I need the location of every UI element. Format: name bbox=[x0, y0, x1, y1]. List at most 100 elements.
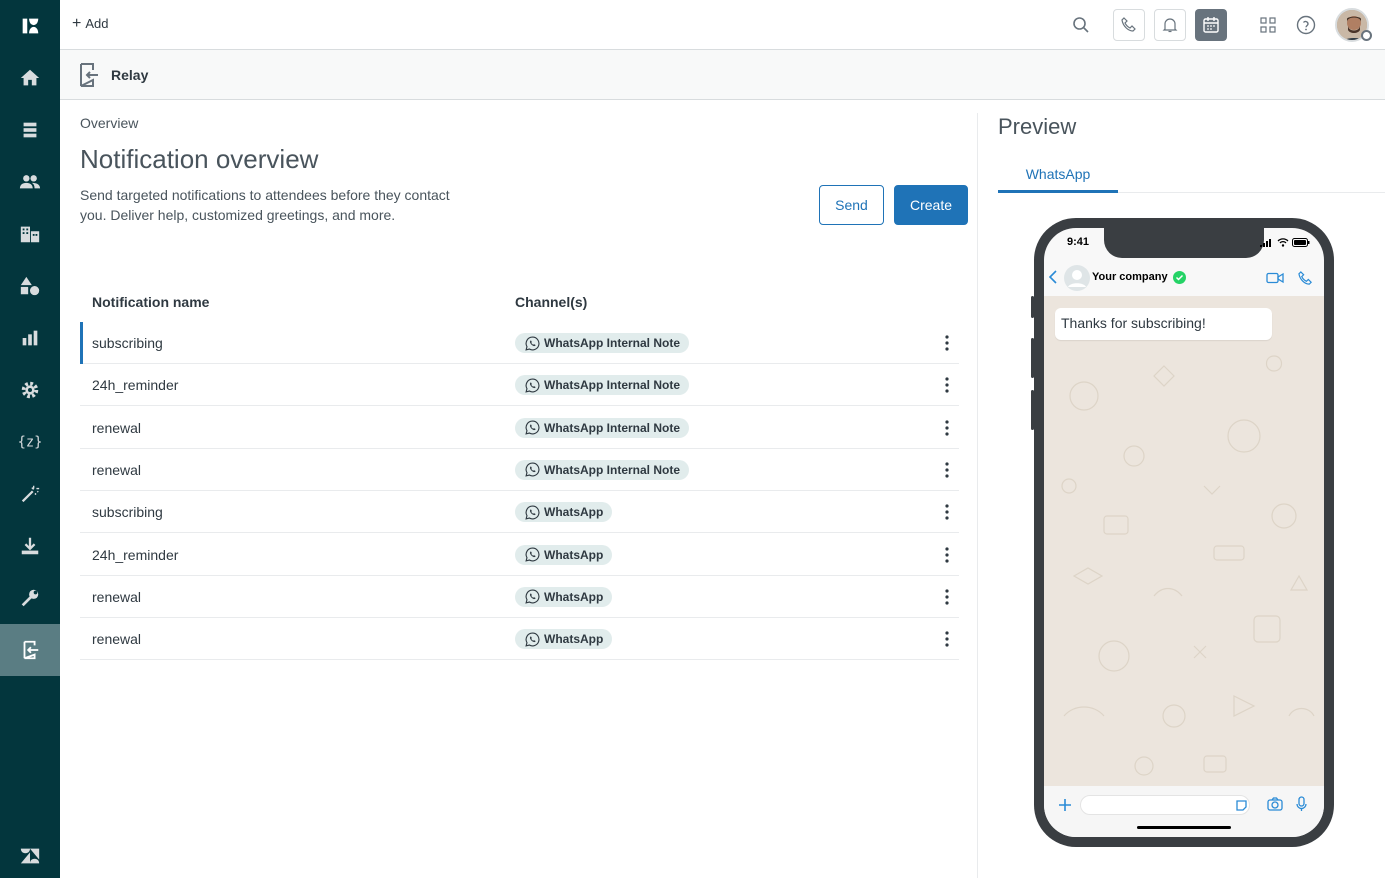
zendesk-z-icon[interactable] bbox=[0, 830, 60, 882]
whatsapp-icon bbox=[525, 378, 540, 393]
calendar-icon[interactable] bbox=[1195, 9, 1227, 41]
channel-tag: WhatsApp Internal Note bbox=[515, 459, 690, 480]
channel-label: WhatsApp Internal Note bbox=[544, 336, 681, 350]
phone-side-button bbox=[1031, 338, 1034, 378]
notification-name: 24h_reminder bbox=[92, 377, 179, 394]
relay-icon[interactable] bbox=[0, 624, 60, 676]
wifi-icon bbox=[1277, 238, 1289, 247]
column-header-channels: Channel(s) bbox=[515, 294, 588, 310]
row-actions-menu-icon[interactable] bbox=[938, 502, 956, 522]
phone-screen: 9:41 Your company Thanks for subscribing… bbox=[1044, 228, 1324, 837]
views-icon[interactable] bbox=[0, 104, 60, 156]
sticker-icon[interactable] bbox=[1235, 799, 1248, 812]
send-button[interactable]: Send bbox=[819, 185, 884, 225]
liquid-placeholder-icon[interactable]: {z} bbox=[0, 416, 60, 468]
table-row[interactable]: renewal WhatsApp Internal Note bbox=[80, 449, 959, 491]
notification-name: renewal bbox=[92, 588, 142, 605]
objects-icon[interactable] bbox=[0, 260, 60, 312]
back-icon[interactable] bbox=[1049, 270, 1057, 284]
whatsapp-icon bbox=[525, 632, 540, 647]
create-button[interactable]: Create bbox=[894, 185, 968, 225]
row-actions-menu-icon[interactable] bbox=[938, 587, 956, 607]
wrench-icon[interactable] bbox=[0, 572, 60, 624]
table-row[interactable]: subscribing WhatsApp Internal Note bbox=[80, 322, 959, 364]
organizations-icon[interactable] bbox=[0, 208, 60, 260]
apps-grid-icon[interactable] bbox=[1252, 9, 1284, 41]
row-actions-menu-icon[interactable] bbox=[938, 460, 956, 480]
channel-label: WhatsApp Internal Note bbox=[544, 420, 681, 435]
zendesk-logo-icon[interactable] bbox=[0, 0, 60, 52]
camera-icon[interactable] bbox=[1267, 797, 1283, 811]
channel-label: WhatsApp bbox=[544, 589, 604, 604]
table-row[interactable]: 24h_reminder WhatsApp bbox=[80, 534, 959, 576]
row-actions-menu-icon[interactable] bbox=[938, 333, 956, 353]
svg-text:{z}: {z} bbox=[19, 435, 41, 451]
search-icon[interactable] bbox=[1065, 9, 1097, 41]
channel-tag: WhatsApp bbox=[515, 586, 613, 607]
table-header: Notification name Channel(s) bbox=[80, 280, 959, 324]
add-button-label: Add bbox=[85, 16, 109, 31]
row-actions-menu-icon[interactable] bbox=[938, 629, 956, 649]
whatsapp-icon bbox=[525, 589, 540, 604]
admin-gear-icon[interactable] bbox=[0, 364, 60, 416]
reporting-icon[interactable] bbox=[0, 312, 60, 364]
top-bar: + Add bbox=[60, 0, 1385, 50]
plus-icon: + bbox=[72, 15, 82, 32]
notification-name: renewal bbox=[92, 631, 142, 648]
contact-name: Your company bbox=[1092, 271, 1168, 283]
verified-badge-icon bbox=[1173, 271, 1186, 284]
signal-icon bbox=[1260, 238, 1271, 247]
phone-notch bbox=[1104, 228, 1264, 258]
download-icon[interactable] bbox=[0, 520, 60, 572]
channel-label: WhatsApp bbox=[544, 505, 604, 520]
phone-icon[interactable] bbox=[1113, 9, 1145, 41]
plus-icon[interactable] bbox=[1058, 798, 1072, 812]
table-row[interactable]: renewal WhatsApp bbox=[80, 576, 959, 618]
message-input[interactable] bbox=[1080, 795, 1250, 815]
preview-title: Preview bbox=[998, 114, 1077, 139]
status-icons bbox=[1260, 238, 1310, 247]
notification-name: renewal bbox=[92, 461, 142, 478]
microphone-icon[interactable] bbox=[1296, 796, 1307, 812]
whatsapp-icon bbox=[525, 336, 540, 351]
chat-header: Your company bbox=[1044, 256, 1324, 294]
page-description: Send targeted notifications to attendees… bbox=[80, 187, 450, 223]
row-actions-menu-icon[interactable] bbox=[938, 418, 956, 438]
channel-tag: WhatsApp Internal Note bbox=[515, 333, 690, 353]
channel-tag: WhatsApp Internal Note bbox=[515, 417, 690, 438]
voice-call-icon[interactable] bbox=[1298, 271, 1313, 286]
row-actions-menu-icon[interactable] bbox=[938, 375, 956, 395]
channel-tag: WhatsApp Internal Note bbox=[515, 375, 690, 396]
message-bubble: Thanks for subscribing! bbox=[1055, 308, 1272, 340]
home-icon[interactable] bbox=[0, 52, 60, 104]
phone-side-button bbox=[1031, 390, 1034, 430]
channel-tag: WhatsApp bbox=[515, 629, 613, 650]
chat-input-bar bbox=[1044, 786, 1324, 837]
table-row[interactable]: subscribing WhatsApp bbox=[80, 491, 959, 534]
magic-wand-icon[interactable] bbox=[0, 468, 60, 520]
channel-tag: WhatsApp bbox=[515, 544, 613, 565]
whatsapp-icon bbox=[525, 547, 540, 562]
table-row[interactable]: renewal WhatsApp Internal Note bbox=[80, 407, 959, 449]
add-button[interactable]: + Add bbox=[72, 15, 109, 32]
notification-name: subscribing bbox=[92, 504, 163, 521]
bell-icon[interactable] bbox=[1154, 9, 1186, 41]
tab-whatsapp[interactable]: WhatsApp bbox=[998, 158, 1118, 193]
row-actions-menu-icon[interactable] bbox=[938, 545, 956, 565]
whatsapp-icon bbox=[525, 462, 540, 478]
battery-icon bbox=[1292, 238, 1310, 247]
relay-icon bbox=[78, 62, 100, 93]
channel-label: WhatsApp Internal Note bbox=[544, 462, 681, 477]
video-call-icon[interactable] bbox=[1266, 272, 1284, 284]
contact-avatar-icon bbox=[1064, 265, 1090, 291]
page-title: Notification overview bbox=[80, 144, 319, 174]
table-row[interactable]: renewal WhatsApp bbox=[80, 618, 959, 661]
customers-icon[interactable] bbox=[0, 156, 60, 208]
help-icon[interactable] bbox=[1290, 9, 1322, 41]
chat-background: Thanks for subscribing! bbox=[1044, 296, 1324, 786]
notification-name: subscribing bbox=[92, 335, 163, 351]
breadcrumb[interactable]: Overview bbox=[80, 115, 138, 131]
table-row[interactable]: 24h_reminder WhatsApp Internal Note bbox=[80, 364, 959, 407]
phone-side-button bbox=[1031, 296, 1034, 318]
notification-name: 24h_reminder bbox=[92, 546, 179, 563]
